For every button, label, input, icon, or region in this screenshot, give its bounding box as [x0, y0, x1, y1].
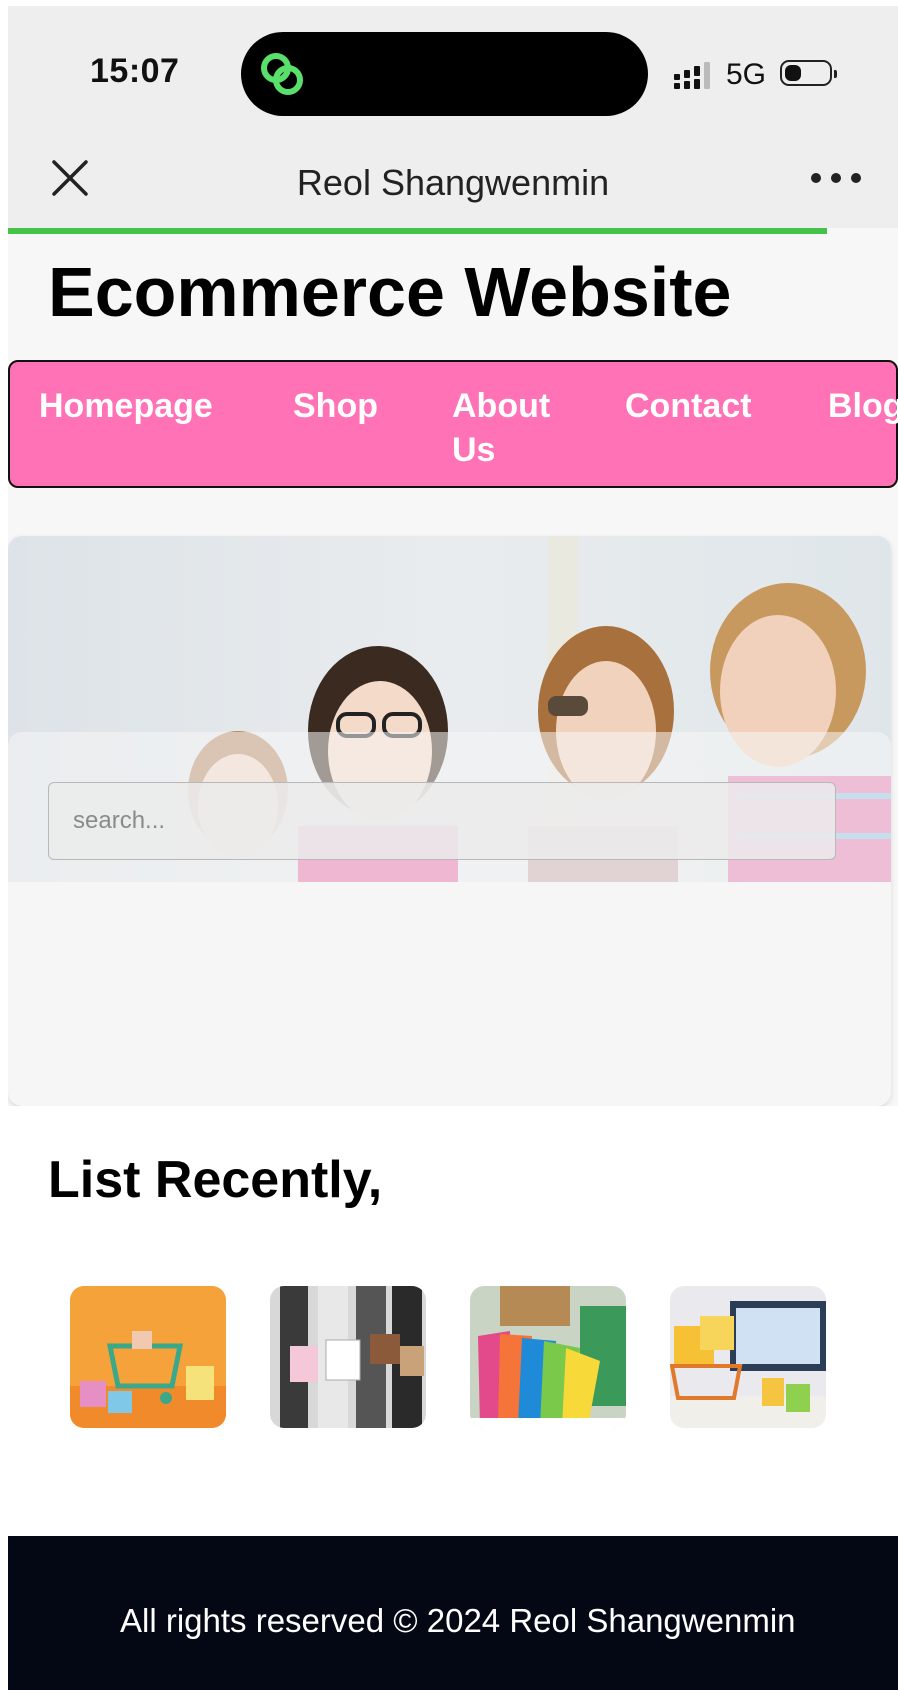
footer-copyright: All rights reserved © 2024 Reol Shangwen…	[120, 1602, 796, 1639]
phone-screen: 15:07 5G Reol Shangwenmin Ecommerce Webs…	[8, 6, 898, 1690]
product-thumb-shoppers[interactable]	[270, 1286, 426, 1428]
hero-banner	[8, 536, 891, 1106]
page-title: Reol Shangwenmin	[296, 162, 610, 203]
menu-item-blog[interactable]: Blog	[828, 384, 898, 428]
product-thumb-cart-laptop[interactable]	[670, 1286, 826, 1428]
menu-item-contact[interactable]: Contact	[625, 384, 752, 428]
search-input[interactable]	[48, 782, 836, 860]
browser-navbar: Reol Shangwenmin	[8, 128, 898, 228]
product-thumb-cart-gifts[interactable]	[70, 1286, 226, 1428]
network-type: 5G	[726, 58, 767, 91]
link-app-icon	[261, 53, 303, 95]
status-bar: 15:07 5G	[8, 6, 898, 128]
more-options-icon[interactable]	[810, 166, 862, 190]
menu-item-shop[interactable]: Shop	[293, 384, 378, 428]
site-footer: All rights reserved © 2024 Reol Shangwen…	[8, 1536, 898, 1690]
signal-icon	[674, 62, 710, 89]
menu-item-about-us[interactable]: About Us	[452, 384, 582, 472]
recent-list-section: List Recently,	[8, 1106, 898, 1536]
product-thumb-colorful-bags[interactable]	[470, 1286, 626, 1428]
menu-item-homepage[interactable]: Homepage	[39, 384, 213, 428]
battery-icon	[780, 60, 837, 86]
load-progress-bar	[8, 228, 827, 234]
main-menu: Homepage Shop About Us Contact Blog	[8, 360, 898, 488]
status-time: 15:07	[90, 52, 180, 90]
dynamic-island	[241, 32, 648, 116]
recent-list-title: List Recently,	[48, 1151, 383, 1209]
site-title: Ecommerce Website	[48, 253, 732, 331]
